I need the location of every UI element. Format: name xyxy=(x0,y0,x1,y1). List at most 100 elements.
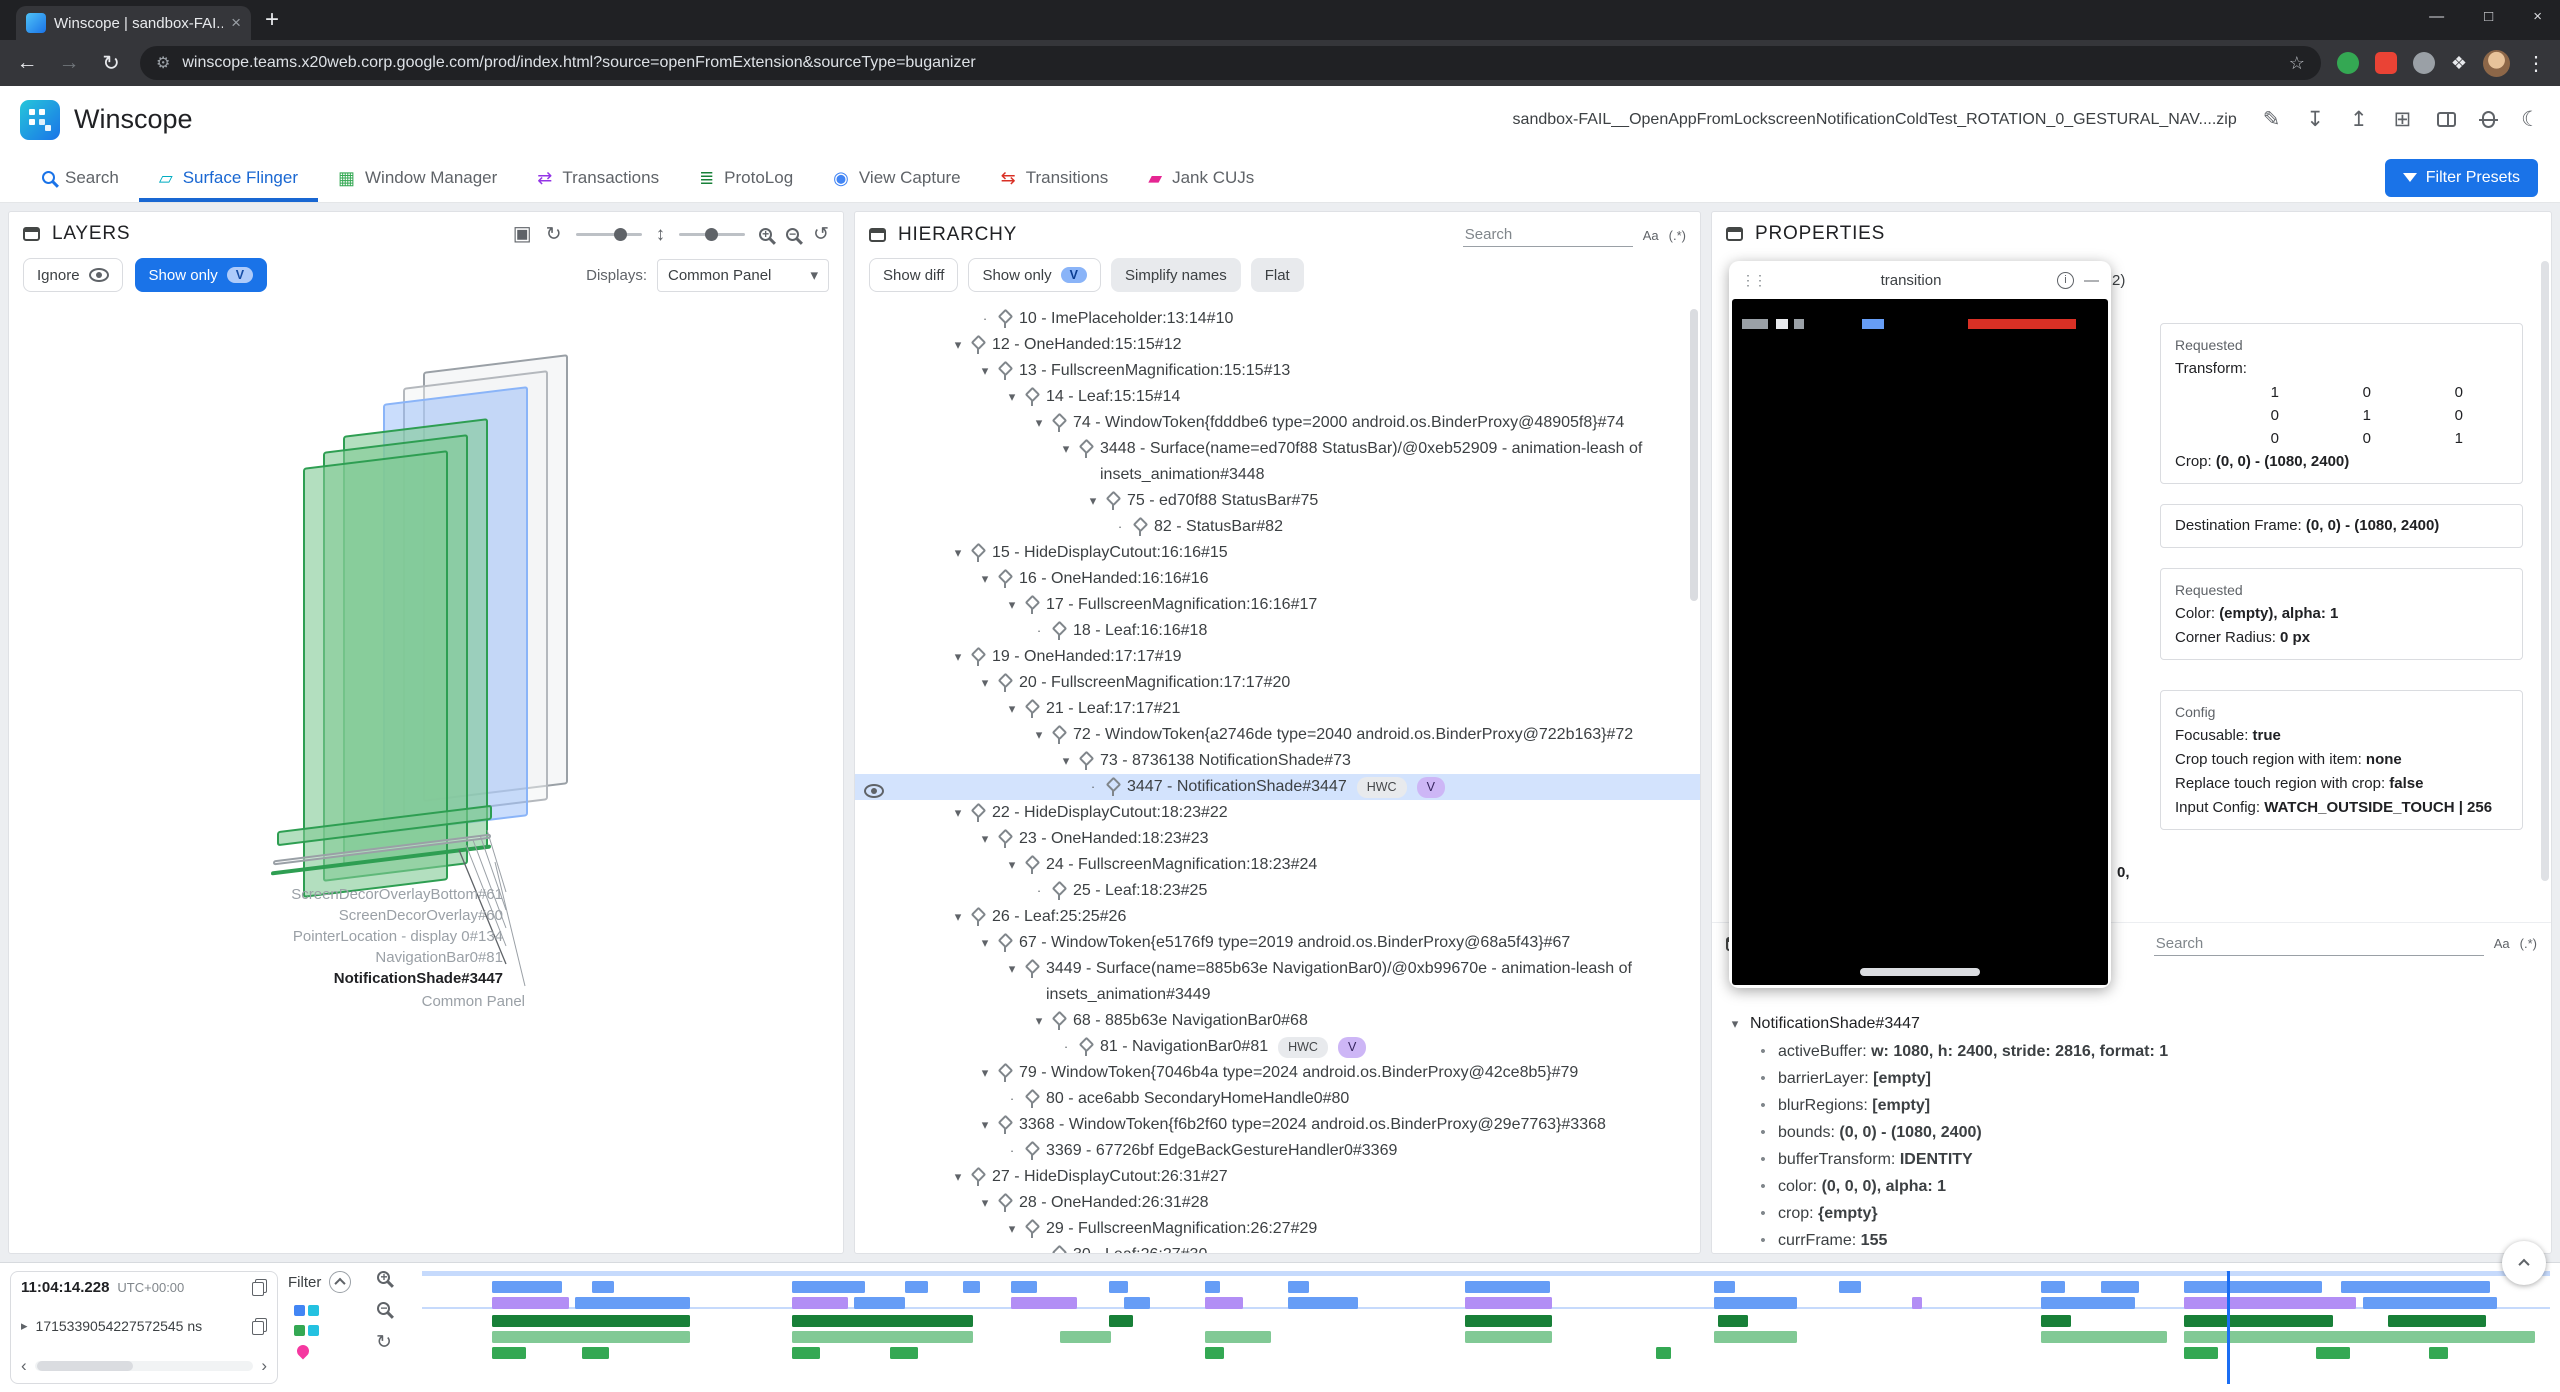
tree-node[interactable]: ▾ 75 - ed70f88 StatusBar#75 xyxy=(855,488,1700,514)
trace-event-segment[interactable] xyxy=(592,1281,613,1293)
back-icon[interactable]: ← xyxy=(14,51,40,75)
trace-event-segment[interactable] xyxy=(2101,1281,2139,1293)
tree-node[interactable]: ▾ 3448 - Surface(name=ed70f88 StatusBar)… xyxy=(855,436,1700,488)
trace-event-segment[interactable] xyxy=(1205,1281,1220,1293)
property-row[interactable]: • barrierLayer: [empty] xyxy=(1756,1065,2537,1092)
trace-event-segment[interactable] xyxy=(1714,1281,1735,1293)
pin-icon[interactable] xyxy=(1105,777,1120,797)
trace-event-segment[interactable] xyxy=(1060,1331,1111,1343)
screen-recording-toggle[interactable] xyxy=(295,1343,312,1360)
tab-close-icon[interactable]: × xyxy=(231,13,241,33)
regex-icon[interactable]: (.*) xyxy=(2520,936,2537,951)
report-bug-icon[interactable] xyxy=(2482,111,2495,128)
show-diff-button[interactable]: Show diff xyxy=(869,258,958,292)
match-case-icon[interactable]: Aa xyxy=(1643,228,1659,243)
trace-event-segment[interactable] xyxy=(792,1331,973,1343)
trace-event-segment[interactable] xyxy=(792,1297,847,1309)
tree-node[interactable]: ▾ 16 - OneHanded:16:16#16 xyxy=(855,566,1700,592)
trace-event-segment[interactable] xyxy=(2184,1315,2333,1327)
tree-node[interactable]: ▾ 19 - OneHanded:17:17#19 xyxy=(855,644,1700,670)
trace-event-segment[interactable] xyxy=(1912,1297,1923,1309)
pin-icon[interactable] xyxy=(1024,595,1039,615)
copy-ns-icon[interactable] xyxy=(252,1318,267,1335)
tree-node[interactable]: · 3447 - NotificationShade#3447 HWC V xyxy=(855,774,1700,800)
trace-event-segment[interactable] xyxy=(854,1297,905,1309)
rotation-icon[interactable]: ↻ xyxy=(546,225,562,244)
trace-event-segment[interactable] xyxy=(1465,1297,1552,1309)
pin-icon[interactable] xyxy=(970,647,985,667)
expand-chevron-icon[interactable]: ▾ xyxy=(1054,748,1078,774)
trace-event-segment[interactable] xyxy=(1205,1297,1243,1309)
trace-event-segment[interactable] xyxy=(1011,1297,1077,1309)
timeline-scrollbar[interactable] xyxy=(35,1361,254,1371)
tab-protolog[interactable]: ≣ ProtoLog xyxy=(679,153,813,202)
tree-node[interactable]: · 30 - Leaf:26:27#30 xyxy=(855,1242,1700,1253)
3d-view-icon[interactable]: ▣ xyxy=(513,224,532,244)
property-row[interactable]: • crop: {empty} xyxy=(1756,1200,2537,1227)
pin-icon[interactable] xyxy=(1051,1011,1066,1031)
sf-trace-toggle[interactable] xyxy=(294,1305,319,1316)
browser-menu-icon[interactable]: ⋮ xyxy=(2526,51,2546,76)
tree-node[interactable]: ▾ 21 - Leaf:17:17#21 xyxy=(855,696,1700,722)
trace-event-segment[interactable] xyxy=(2184,1331,2535,1343)
pin-icon[interactable] xyxy=(1105,491,1120,511)
tree-node[interactable]: ▾ 68 - 885b63e NavigationBar0#68 xyxy=(855,1008,1700,1034)
simplify-names-button[interactable]: Simplify names xyxy=(1111,258,1241,292)
extension-icon-2[interactable] xyxy=(2375,52,2397,74)
expand-chevron-icon[interactable]: ▾ xyxy=(973,1112,997,1138)
show-only-visible-button[interactable]: Show only V xyxy=(968,258,1101,292)
trace-event-segment[interactable] xyxy=(1656,1347,1671,1359)
wm-trace-toggle[interactable] xyxy=(294,1325,319,1336)
expand-chevron-icon[interactable]: ▾ xyxy=(1726,1016,1744,1032)
dark-mode-icon[interactable]: ☾ xyxy=(2521,109,2540,130)
tree-node[interactable]: · 25 - Leaf:18:23#25 xyxy=(855,878,1700,904)
expand-chevron-icon[interactable]: · xyxy=(1054,1034,1078,1060)
extension-icon-1[interactable] xyxy=(2337,52,2359,74)
trace-event-segment[interactable] xyxy=(1714,1297,1797,1309)
tree-node[interactable]: ▾ 3449 - Surface(name=885b63e Navigation… xyxy=(855,956,1700,1008)
bookmark-star-icon[interactable]: ☆ xyxy=(2289,53,2305,74)
trace-event-segment[interactable] xyxy=(2341,1281,2490,1293)
property-row[interactable]: • activeBuffer: w: 1080, h: 2400, stride… xyxy=(1756,1038,2537,1065)
tree-node[interactable]: ▾ 26 - Leaf:25:25#26 xyxy=(855,904,1700,930)
expand-chevron-icon[interactable]: · xyxy=(1000,1086,1024,1112)
tree-node[interactable]: ▾ 67 - WindowToken{e5176f9 type=2019 and… xyxy=(855,930,1700,956)
timeline-reset-icon[interactable]: ↻ xyxy=(376,1333,392,1352)
pin-icon[interactable] xyxy=(1024,1219,1039,1239)
tab-view-capture[interactable]: ◉ View Capture xyxy=(813,153,980,202)
trace-event-segment[interactable] xyxy=(1465,1315,1552,1327)
trace-event-segment[interactable] xyxy=(1839,1281,1860,1293)
hierarchy-scrollbar[interactable] xyxy=(1690,309,1698,601)
trace-event-segment[interactable] xyxy=(492,1281,562,1293)
expand-chevron-icon[interactable]: ▾ xyxy=(973,1060,997,1086)
pin-icon[interactable] xyxy=(997,1193,1012,1213)
timeline-cursor[interactable] xyxy=(2227,1271,2230,1384)
pin-icon[interactable] xyxy=(1024,699,1039,719)
upload-icon[interactable]: ↥ xyxy=(2350,109,2368,130)
pin-icon[interactable] xyxy=(970,803,985,823)
expand-chevron-icon[interactable]: · xyxy=(1000,1138,1024,1164)
extension-icon-3[interactable] xyxy=(2413,52,2435,74)
profile-avatar[interactable] xyxy=(2483,50,2510,77)
trace-event-segment[interactable] xyxy=(905,1281,928,1293)
property-row[interactable]: • color: (0, 0, 0), alpha: 1 xyxy=(1756,1173,2537,1200)
tree-node[interactable]: ▾ 3368 - WindowToken{f6b2f60 type=2024 a… xyxy=(855,1112,1700,1138)
trace-event-segment[interactable] xyxy=(2041,1281,2064,1293)
trace-event-segment[interactable] xyxy=(2184,1281,2322,1293)
tree-node[interactable]: ▾ 20 - FullscreenMagnification:17:17#20 xyxy=(855,670,1700,696)
trace-event-segment[interactable] xyxy=(792,1347,820,1359)
pin-icon[interactable] xyxy=(1024,959,1039,979)
pin-icon[interactable] xyxy=(1051,881,1066,901)
layer-label[interactable]: PointerLocation - display 0#134 xyxy=(9,926,503,947)
layer-label[interactable]: Common Panel xyxy=(31,991,525,1012)
pin-icon[interactable] xyxy=(1051,1245,1066,1253)
layers-3d-canvas[interactable]: ScreenDecorOverlayBottom#61 ScreenDecorO… xyxy=(9,302,843,1253)
tree-node[interactable]: ▾ 14 - Leaf:15:15#14 xyxy=(855,384,1700,410)
tree-node[interactable]: ▾ 15 - HideDisplayCutout:16:16#15 xyxy=(855,540,1700,566)
tab-search[interactable]: Search xyxy=(22,153,139,202)
trace-event-segment[interactable] xyxy=(492,1347,526,1359)
pin-icon[interactable] xyxy=(997,309,1012,329)
expand-chevron-icon[interactable]: ▾ xyxy=(1054,436,1078,462)
layer-label[interactable]: ScreenDecorOverlayBottom#61 xyxy=(9,884,503,905)
hierarchy-search-input[interactable] xyxy=(1463,223,1633,247)
